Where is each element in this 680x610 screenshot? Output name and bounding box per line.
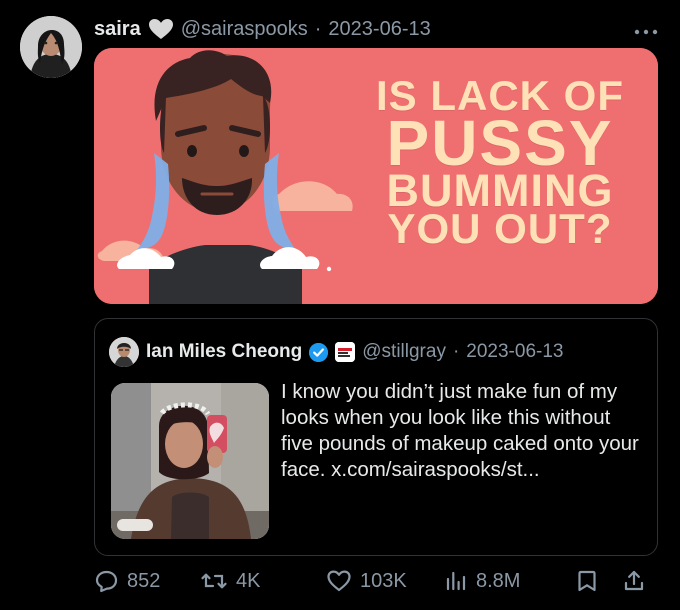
quoted-text: I know you didn’t just make fun of my lo… <box>281 380 639 481</box>
post-date[interactable]: 2023-06-13 <box>328 18 430 41</box>
repost-count: 4K <box>236 569 261 592</box>
author-avatar[interactable] <box>20 16 82 78</box>
share-action[interactable] <box>622 569 656 593</box>
repost-action[interactable]: 4K <box>200 569 326 593</box>
selfie-photo <box>111 383 269 539</box>
views-icon <box>444 569 468 593</box>
quoted-date[interactable]: 2023-06-13 <box>466 341 563 363</box>
quoted-author-name[interactable]: Ian Miles Cheong <box>146 341 302 363</box>
reply-count: 852 <box>127 569 161 592</box>
heart-icon <box>148 18 174 40</box>
quoted-author-avatar[interactable] <box>109 337 139 367</box>
quoted-media[interactable] <box>111 383 269 539</box>
reply-action[interactable]: 852 <box>94 569 200 593</box>
media-caption-line-4: YOU OUT? <box>387 204 613 252</box>
repost-icon <box>200 569 228 593</box>
more-icon[interactable] <box>634 16 658 42</box>
post-header: saira @sairaspooks · 2023-06-13 <box>94 14 431 44</box>
post-media[interactable]: IS LACK OF PUSSY BUMMING YOU OUT? <box>94 48 658 304</box>
quoted-author-handle[interactable]: @stillgray <box>362 341 446 363</box>
views-count: 8.8M <box>476 569 521 592</box>
separator-dot: · <box>314 17 322 40</box>
bookmark-action[interactable] <box>576 569 622 593</box>
author-name[interactable]: saira <box>94 18 141 41</box>
like-count: 103K <box>360 569 407 592</box>
like-action[interactable]: 103K <box>326 569 444 593</box>
media-caption: IS LACK OF PUSSY BUMMING YOU OUT? <box>360 75 640 252</box>
views-action[interactable]: 8.8M <box>444 569 576 593</box>
quoted-separator-dot: · <box>452 341 460 362</box>
affiliate-badge-icon <box>335 342 356 362</box>
quoted-post[interactable]: Ian Miles Cheong @stillgray · 2023-06-13 <box>94 318 658 556</box>
verified-check-icon <box>309 342 329 362</box>
quoted-header: Ian Miles Cheong @stillgray · 2023-06-13 <box>109 335 563 369</box>
author-avatar-image <box>20 16 82 78</box>
share-icon <box>622 569 646 593</box>
bookmark-icon <box>576 569 598 593</box>
reply-icon <box>94 569 119 593</box>
like-icon <box>326 569 352 593</box>
post-actions: 852 4K 103K 8.8M <box>94 566 660 596</box>
media-caption-line-2: PUSSY <box>386 106 614 179</box>
quoted-avatar-image <box>109 337 139 367</box>
author-handle[interactable]: @sairaspooks <box>181 18 308 41</box>
